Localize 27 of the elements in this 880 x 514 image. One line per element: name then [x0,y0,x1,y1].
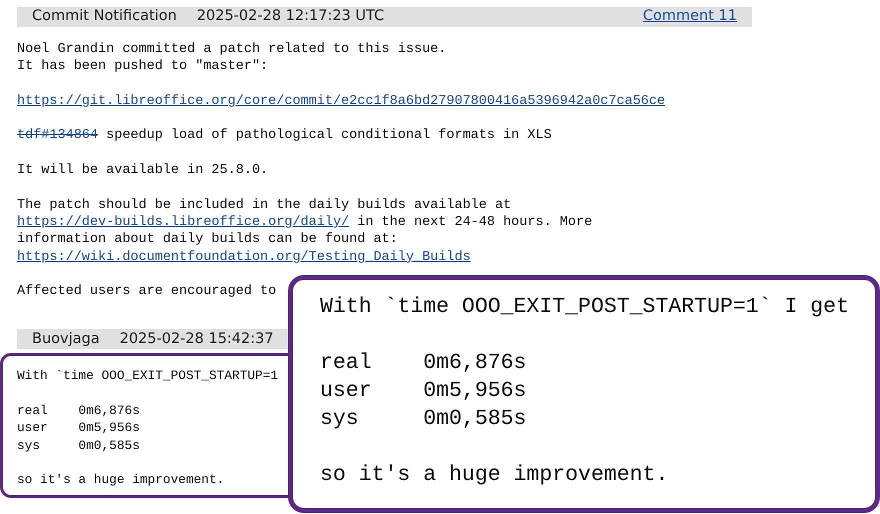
link[interactable]: https://git.libreoffice.org/core/commit/e2cc1f8a6bd27907800416a5396942a0c7ca56ce [17,94,666,109]
comment-text: It has been pushed to "master": [17,59,268,74]
comment-author: Commit Notification [32,7,177,26]
callout-text: real 0m6,876s [320,351,526,375]
callout-text: sys 0m0,585s [320,407,526,431]
comment-text: tdf#134864 speedup load of pathological conditional formats in XLS [17,127,553,145]
comment-text: sys 0m0,585s [17,438,140,453]
comment-time: 2025-02-28 15:42:37 [120,330,274,349]
callout-text: so it's a huge improvement. [320,463,668,487]
comment-text: Affected users are encouraged to [17,284,276,300]
comment-text: user 0m5,956s [17,420,140,436]
comment-link[interactable]: Comment 11 [642,6,737,28]
comment-text: Noel Grandin committed a patch related to this issue. [17,42,446,57]
comment-text: https://dev-builds.libreoffice.org/daily/ in the next 24-48 hours. More [17,214,594,232]
link[interactable]: https://wiki.documentfoundation.org/Testing_Daily_Builds [17,250,471,265]
callout-text: With `time OOO_EXIT_POST_STARTUP=1` I get [320,295,849,319]
comment-text: The patch should be included in the daily builds available at [17,198,512,213]
bug-link[interactable]: tdf#134864 [17,128,98,144]
comment-text: information about daily builds can be found at: [17,232,398,248]
comment-text: It will be available in 25.8.0. [17,163,268,178]
callout-text: user 0m5,956s [320,379,526,403]
comment-text: real 0m6,876s [17,403,140,418]
comment-text: With `time OOO_EXIT_POST_STARTUP=1 [17,368,278,384]
comment-time: 2025-02-28 12:17:23 UTC [196,7,384,26]
comment-author: Buovjaga [32,330,100,349]
link[interactable]: https://dev-builds.libreoffice.org/daily/ [17,214,350,230]
comment-text: so it's a huge improvement. [17,472,224,488]
